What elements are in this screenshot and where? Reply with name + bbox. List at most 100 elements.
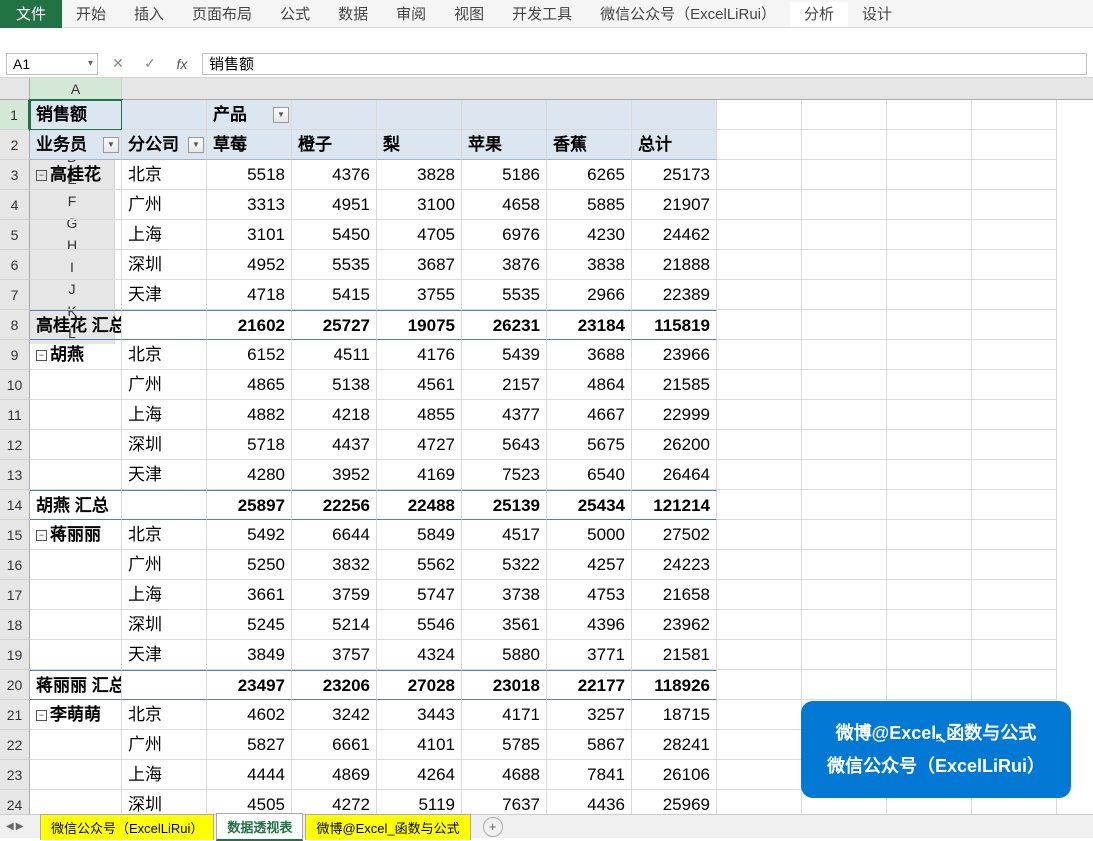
cell[interactable] — [30, 430, 122, 460]
value-cell[interactable]: 21888 — [632, 250, 717, 280]
cell[interactable] — [972, 370, 1057, 400]
cell[interactable] — [972, 100, 1057, 130]
ribbon-tab-3[interactable]: 公式 — [266, 2, 324, 27]
row-header[interactable]: 2 — [0, 130, 30, 160]
cell[interactable] — [717, 100, 802, 130]
row-header[interactable]: 16 — [0, 550, 30, 580]
cell[interactable] — [802, 160, 887, 190]
row-header[interactable]: 11 — [0, 400, 30, 430]
value-cell[interactable]: 3828 — [377, 160, 462, 190]
cell[interactable] — [717, 760, 802, 790]
value-cell[interactable]: 5535 — [292, 250, 377, 280]
value-cell[interactable]: 6661 — [292, 730, 377, 760]
subtotal-value[interactable]: 23497 — [207, 670, 292, 700]
cell[interactable] — [972, 310, 1057, 340]
city-cell[interactable]: 天津 — [122, 640, 207, 670]
value-cell[interactable]: 3757 — [292, 640, 377, 670]
value-cell[interactable]: 5785 — [462, 730, 547, 760]
cell[interactable] — [887, 250, 972, 280]
ribbon-tab-5[interactable]: 审阅 — [382, 2, 440, 27]
subtotal-value[interactable]: 25434 — [547, 490, 632, 520]
value-cell[interactable]: 4257 — [547, 550, 632, 580]
value-cell[interactable]: 5245 — [207, 610, 292, 640]
row-header[interactable]: 19 — [0, 640, 30, 670]
value-cell[interactable]: 3759 — [292, 580, 377, 610]
cell[interactable] — [972, 490, 1057, 520]
value-cell[interactable]: 4171 — [462, 700, 547, 730]
col-header-A[interactable]: A — [30, 78, 122, 102]
value-cell[interactable]: 4377 — [462, 400, 547, 430]
cell[interactable] — [802, 670, 887, 700]
collapse-icon[interactable]: − — [36, 530, 47, 541]
cell[interactable] — [30, 400, 122, 430]
city-cell[interactable]: 上海 — [122, 760, 207, 790]
value-cell[interactable]: 4511 — [292, 340, 377, 370]
value-cell[interactable]: 5718 — [207, 430, 292, 460]
value-cell[interactable]: 5250 — [207, 550, 292, 580]
pivot-col-苹果[interactable]: 苹果 — [462, 130, 547, 160]
value-cell[interactable]: 4517 — [462, 520, 547, 550]
value-cell[interactable]: 4324 — [377, 640, 462, 670]
cell[interactable] — [717, 730, 802, 760]
sheet-nav-next[interactable]: ▶ — [16, 821, 24, 832]
subtotal-value[interactable]: 22488 — [377, 490, 462, 520]
cell[interactable] — [717, 580, 802, 610]
cell[interactable] — [717, 670, 802, 700]
cell[interactable] — [972, 550, 1057, 580]
cell[interactable] — [30, 370, 122, 400]
pivot-group-蒋丽丽[interactable]: −蒋丽丽 — [30, 520, 122, 550]
cell[interactable] — [717, 700, 802, 730]
row-header[interactable]: 8 — [0, 310, 30, 340]
cell[interactable] — [377, 100, 462, 130]
subtotal-value[interactable]: 115819 — [632, 310, 717, 340]
value-cell[interactable]: 4396 — [547, 610, 632, 640]
value-cell[interactable]: 26106 — [632, 760, 717, 790]
cell[interactable] — [802, 130, 887, 160]
subtotal-value[interactable]: 21602 — [207, 310, 292, 340]
row-header[interactable]: 15 — [0, 520, 30, 550]
sheet-nav-prev[interactable]: ◀ — [6, 821, 14, 832]
cell[interactable] — [887, 460, 972, 490]
row-header[interactable]: 21 — [0, 700, 30, 730]
value-cell[interactable]: 5518 — [207, 160, 292, 190]
add-sheet-button[interactable]: + — [483, 817, 503, 837]
cell[interactable] — [972, 280, 1057, 310]
cell[interactable] — [30, 760, 122, 790]
cell[interactable] — [972, 460, 1057, 490]
value-cell[interactable]: 3443 — [377, 700, 462, 730]
value-cell[interactable]: 5880 — [462, 640, 547, 670]
cell[interactable] — [972, 130, 1057, 160]
value-cell[interactable]: 4376 — [292, 160, 377, 190]
pivot-measure-label[interactable]: 销售额 — [30, 100, 122, 130]
value-cell[interactable]: 3849 — [207, 640, 292, 670]
cell[interactable] — [972, 340, 1057, 370]
city-cell[interactable]: 北京 — [122, 340, 207, 370]
row-header[interactable]: 5 — [0, 220, 30, 250]
cell[interactable] — [30, 610, 122, 640]
cell[interactable] — [717, 280, 802, 310]
ribbon-tab-7[interactable]: 开发工具 — [498, 2, 586, 27]
value-cell[interactable]: 22999 — [632, 400, 717, 430]
row-header[interactable]: 23 — [0, 760, 30, 790]
value-cell[interactable]: 21658 — [632, 580, 717, 610]
city-cell[interactable]: 上海 — [122, 400, 207, 430]
value-cell[interactable]: 28241 — [632, 730, 717, 760]
row-header[interactable]: 4 — [0, 190, 30, 220]
formula-input[interactable]: 销售额 — [202, 53, 1087, 75]
value-cell[interactable]: 4865 — [207, 370, 292, 400]
cell[interactable] — [802, 280, 887, 310]
select-all-button[interactable] — [0, 78, 30, 99]
value-cell[interactable]: 6152 — [207, 340, 292, 370]
cell[interactable] — [802, 550, 887, 580]
ribbon-tab-10[interactable]: 设计 — [848, 2, 906, 27]
pivot-col-总计[interactable]: 总计 — [632, 130, 717, 160]
cell[interactable] — [802, 490, 887, 520]
value-cell[interactable]: 6976 — [462, 220, 547, 250]
row-header[interactable]: 12 — [0, 430, 30, 460]
value-cell[interactable]: 4561 — [377, 370, 462, 400]
value-cell[interactable]: 26464 — [632, 460, 717, 490]
row-header[interactable]: 13 — [0, 460, 30, 490]
cell[interactable] — [887, 160, 972, 190]
cell[interactable] — [887, 190, 972, 220]
city-cell[interactable]: 北京 — [122, 160, 207, 190]
